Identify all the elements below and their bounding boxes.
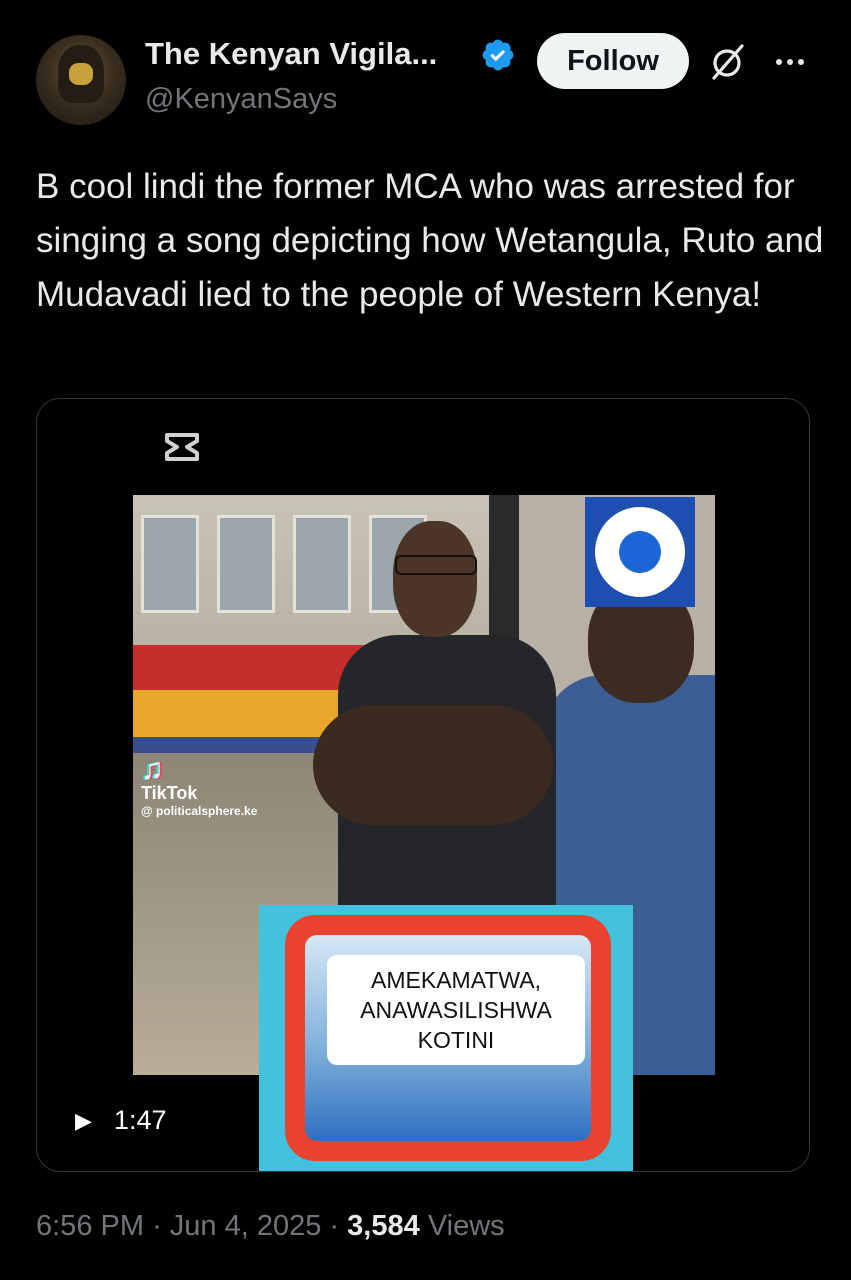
pillar <box>489 495 519 645</box>
video-duration: 1:47 <box>113 1105 167 1135</box>
person-left-arms <box>313 705 553 825</box>
author-handle[interactable]: @KenyanSays <box>145 83 337 116</box>
author-name[interactable]: The Kenyan Vigila... <box>145 36 437 72</box>
more-icon[interactable] <box>772 44 808 80</box>
follow-button[interactable]: Follow <box>537 33 689 89</box>
person-left-glasses <box>395 555 477 575</box>
video-caption-overlay: AMEKAMATWA, ANAWASILISHWA KOTINI <box>259 905 633 1171</box>
tweet-time[interactable]: 6:56 PM <box>36 1210 144 1242</box>
tiktok-watermark: ♫ TikTok @ politicalsphere.ke <box>141 753 291 818</box>
building-window <box>141 515 199 613</box>
logo-circle <box>595 507 685 597</box>
verified-badge-icon <box>482 39 514 71</box>
tiktok-account: @ politicalsphere.ke <box>141 804 258 818</box>
video-player[interactable]: ♫ TikTok @ politicalsphere.ke AMEKAMATWA… <box>36 398 810 1172</box>
tiktok-brand: TikTok <box>141 783 198 803</box>
person-left-head <box>393 521 477 637</box>
caption-line: ANAWASILISHWA <box>360 997 552 1023</box>
building-window <box>293 515 351 613</box>
grok-icon[interactable] <box>708 42 748 82</box>
play-control[interactable]: ▶ 1:47 <box>75 1105 166 1136</box>
capcut-icon <box>165 433 199 461</box>
views-label: Views <box>427 1210 505 1242</box>
tweet-date[interactable]: Jun 4, 2025 <box>170 1210 322 1242</box>
tiktok-icon: ♫ <box>141 753 164 786</box>
views-count: 3,584 <box>347 1210 420 1242</box>
caption-line: AMEKAMATWA, <box>371 967 541 993</box>
meta-separator: · <box>329 1210 340 1242</box>
play-icon[interactable]: ▶ <box>75 1108 92 1134</box>
caption-line: KOTINI <box>417 1027 495 1053</box>
logo-inner <box>619 531 661 573</box>
tweet-meta: 6:56 PM · Jun 4, 2025 · 3,584 Views <box>36 1210 505 1243</box>
tweet-text: B cool lindi the former MCA who was arre… <box>36 167 824 314</box>
caption-text: AMEKAMATWA, ANAWASILISHWA KOTINI <box>327 955 585 1065</box>
channel-logo <box>585 497 695 607</box>
meta-separator: · <box>152 1210 162 1242</box>
author-avatar[interactable] <box>36 35 126 125</box>
building-window <box>217 515 275 613</box>
avatar-mask <box>69 63 93 85</box>
